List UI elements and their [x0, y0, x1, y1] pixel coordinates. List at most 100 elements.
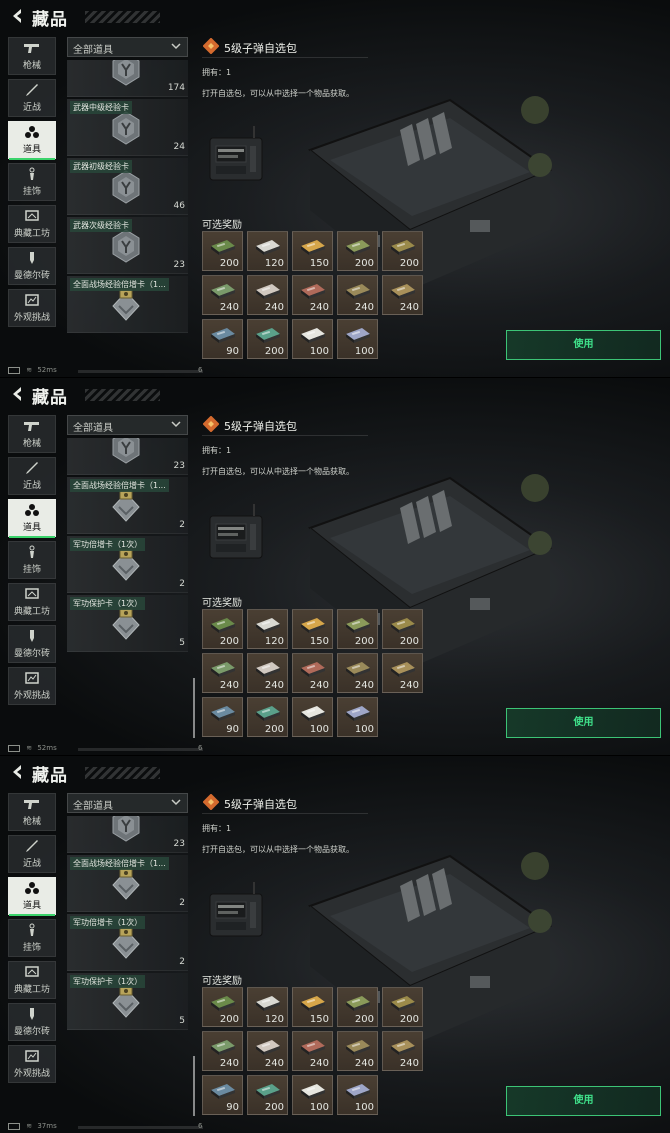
- reward-slot[interactable]: 100: [337, 697, 378, 737]
- reward-slot[interactable]: 90: [202, 697, 243, 737]
- item-card[interactable]: 武器中级经验卡 24: [67, 99, 188, 156]
- reward-slot[interactable]: 200: [382, 609, 423, 649]
- sidebar-item[interactable]: 枪械: [8, 415, 56, 453]
- sidebar-item[interactable]: 曼德尔砖: [8, 247, 56, 285]
- sidebar-item[interactable]: 典藏工坊: [8, 205, 56, 243]
- sidebar-item[interactable]: 枪械: [8, 37, 56, 75]
- filter-dropdown[interactable]: 全部道具: [67, 793, 188, 813]
- reward-slot[interactable]: 200: [202, 231, 243, 271]
- reward-slot[interactable]: 240: [337, 653, 378, 693]
- item-card[interactable]: 全面战场经验倍增卡（1... 2: [67, 855, 188, 912]
- reward-slot[interactable]: 240: [292, 653, 333, 693]
- item-card[interactable]: 军功倍增卡（1次） 2: [67, 536, 188, 593]
- item-list-scrollbar[interactable]: [193, 678, 195, 738]
- reward-slot[interactable]: 200: [382, 231, 423, 271]
- reward-slot[interactable]: 100: [337, 319, 378, 359]
- reward-quantity: 100: [354, 346, 374, 357]
- sidebar-item[interactable]: 道具: [8, 499, 56, 538]
- reward-slot[interactable]: 240: [292, 275, 333, 315]
- sidebar-item[interactable]: 典藏工坊: [8, 583, 56, 621]
- use-button[interactable]: 使用: [506, 1086, 661, 1116]
- item-card-count: 2: [179, 520, 185, 530]
- use-button[interactable]: 使用: [506, 708, 661, 738]
- sidebar-item[interactable]: 道具: [8, 877, 56, 916]
- item-list-scrollbar[interactable]: [193, 1056, 195, 1116]
- reward-slot[interactable]: 240: [247, 275, 288, 315]
- reward-slot[interactable]: 200: [202, 609, 243, 649]
- item-list[interactable]: 4武器高级经验卡174武器中级经验卡24武器初级经验卡46武器次级经验卡23全面…: [67, 60, 188, 363]
- sidebar-item[interactable]: 外观挑战: [8, 667, 56, 705]
- reward-slot[interactable]: 90: [202, 319, 243, 359]
- reward-slot[interactable]: 240: [202, 275, 243, 315]
- sidebar-item[interactable]: 近战: [8, 457, 56, 495]
- item-card[interactable]: 武器初级经验卡 46: [67, 158, 188, 215]
- reward-slot[interactable]: 150: [292, 231, 333, 271]
- item-card[interactable]: 军功保护卡（1次） 5: [67, 973, 188, 1030]
- item-card[interactable]: 武器高级经验卡174: [67, 60, 188, 97]
- item-list[interactable]: 46武器次级经验卡23全面战场经验倍增卡（1...2军功倍增卡（1次）2军功保护…: [67, 438, 188, 741]
- sidebar-item[interactable]: 挂饰: [8, 163, 56, 201]
- sidebar-item-label: 挂饰: [22, 565, 41, 575]
- reward-slot[interactable]: 240: [202, 653, 243, 693]
- reward-slot[interactable]: 200: [247, 319, 288, 359]
- sidebar-item[interactable]: 外观挑战: [8, 289, 56, 327]
- sidebar-item[interactable]: 枪械: [8, 793, 56, 831]
- reward-slot[interactable]: 100: [337, 1075, 378, 1115]
- reward-slot[interactable]: 240: [202, 1031, 243, 1071]
- reward-slot[interactable]: 200: [337, 231, 378, 271]
- collection-screen: 藏品 枪械近战道具挂饰典藏工坊曼德尔砖外观挑战 全部道具 4武器高级经验卡174…: [0, 0, 670, 377]
- reward-slot[interactable]: 120: [247, 987, 288, 1027]
- reward-slot[interactable]: 240: [382, 653, 423, 693]
- item-rarity-icon: [202, 37, 220, 55]
- filter-dropdown[interactable]: 全部道具: [67, 37, 188, 57]
- title-stripe-decoration: [85, 389, 160, 401]
- items-icon: [23, 125, 41, 141]
- reward-quantity: 90: [226, 1102, 239, 1113]
- reward-slot[interactable]: 240: [247, 653, 288, 693]
- reward-slot[interactable]: 240: [382, 1031, 423, 1071]
- ammo-box-icon: [299, 660, 327, 678]
- reward-slot[interactable]: 240: [337, 1031, 378, 1071]
- reward-slot[interactable]: 240: [292, 1031, 333, 1071]
- sidebar-item[interactable]: 道具: [8, 121, 56, 160]
- reward-slot[interactable]: 200: [382, 987, 423, 1027]
- item-card[interactable]: 武器次级经验卡23: [67, 438, 188, 475]
- reward-slot[interactable]: 200: [247, 1075, 288, 1115]
- ammo-box-icon: [254, 1082, 282, 1100]
- sidebar-item[interactable]: 挂饰: [8, 919, 56, 957]
- reward-slot[interactable]: 150: [292, 987, 333, 1027]
- reward-slot[interactable]: 240: [382, 275, 423, 315]
- item-card[interactable]: 军功保护卡（1次） 5: [67, 595, 188, 652]
- item-card[interactable]: 军功倍增卡（1次） 2: [67, 914, 188, 971]
- reward-slot[interactable]: 200: [337, 609, 378, 649]
- reward-slot[interactable]: 200: [247, 697, 288, 737]
- back-arrow-icon[interactable]: [8, 6, 28, 26]
- sidebar-item[interactable]: 曼德尔砖: [8, 1003, 56, 1041]
- reward-slot[interactable]: 200: [202, 987, 243, 1027]
- reward-slot[interactable]: 200: [337, 987, 378, 1027]
- reward-slot[interactable]: 100: [292, 697, 333, 737]
- use-button[interactable]: 使用: [506, 330, 661, 360]
- sidebar-item[interactable]: 典藏工坊: [8, 961, 56, 999]
- sidebar-item[interactable]: 近战: [8, 79, 56, 117]
- sidebar-item[interactable]: 挂饰: [8, 541, 56, 579]
- reward-slot[interactable]: 240: [247, 1031, 288, 1071]
- reward-slot[interactable]: 100: [292, 1075, 333, 1115]
- filter-dropdown[interactable]: 全部道具: [67, 415, 188, 435]
- reward-slot[interactable]: 100: [292, 319, 333, 359]
- back-arrow-icon[interactable]: [8, 762, 28, 782]
- reward-slot[interactable]: 150: [292, 609, 333, 649]
- item-card[interactable]: 全面战场经验倍增卡（1... 2: [67, 477, 188, 534]
- reward-slot[interactable]: 240: [337, 275, 378, 315]
- reward-slot[interactable]: 120: [247, 231, 288, 271]
- sidebar-item[interactable]: 外观挑战: [8, 1045, 56, 1083]
- sidebar-item[interactable]: 曼德尔砖: [8, 625, 56, 663]
- reward-slot[interactable]: 90: [202, 1075, 243, 1115]
- reward-slot[interactable]: 120: [247, 609, 288, 649]
- item-card[interactable]: 武器次级经验卡23: [67, 217, 188, 274]
- item-card[interactable]: 武器次级经验卡23: [67, 816, 188, 853]
- sidebar-item[interactable]: 近战: [8, 835, 56, 873]
- item-list[interactable]: 46武器次级经验卡23全面战场经验倍增卡（1...2军功倍增卡（1次）2军功保护…: [67, 816, 188, 1119]
- item-card[interactable]: 全面战场经验倍增卡（1...: [67, 276, 188, 333]
- back-arrow-icon[interactable]: [8, 384, 28, 404]
